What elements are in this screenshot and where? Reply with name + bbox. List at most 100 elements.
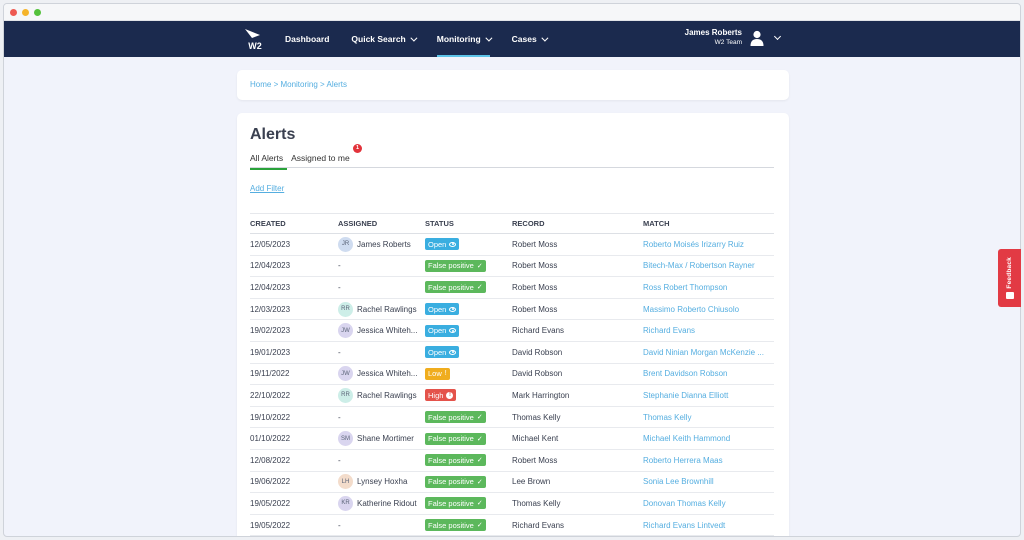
table-row[interactable]: 19/05/2022-False positive✓Richard EvansR…: [250, 535, 774, 536]
nav-link-quick-search[interactable]: Quick Search: [351, 21, 418, 57]
user-info[interactable]: James Roberts W2 Team: [685, 28, 742, 46]
user-menu-chevron-icon[interactable]: [773, 32, 782, 41]
status-badge[interactable]: False positive ✓: [425, 519, 486, 532]
assignee-name: Lynsey Hoxha: [357, 477, 408, 487]
status-badge[interactable]: False positive ✓: [425, 259, 486, 272]
created-date: 12/08/2022: [250, 449, 338, 472]
status-badge[interactable]: False positive ✓: [425, 411, 486, 424]
status-badge[interactable]: False positive ✓: [425, 475, 486, 488]
match-link[interactable]: Roberto Moisés Irizarry Ruiz: [643, 233, 774, 256]
record-name: Lee Brown: [512, 471, 643, 494]
user-avatar-icon[interactable]: [750, 30, 764, 46]
check-icon: ✓: [476, 284, 483, 292]
record-name: Richard Evans: [512, 514, 643, 536]
status-badge[interactable]: High!: [425, 389, 457, 402]
match-link[interactable]: Bitech-Max / Robertson Rayner: [643, 255, 774, 278]
table-row[interactable]: 19/10/2022- False positive ✓ Thomas Kelly Th…: [250, 406, 774, 429]
maximize-dot-icon[interactable]: [34, 8, 41, 16]
w2-logo-icon[interactable]: W2: [242, 26, 268, 52]
tab-assigned-to-me[interactable]: Assigned to me: [291, 153, 358, 168]
nav-link-dashboard[interactable]: Dashboard: [285, 21, 329, 57]
check-icon: ✓: [476, 500, 483, 508]
match-link[interactable]: Richard Evans Lintvedt: [643, 514, 774, 536]
column-header-status[interactable]: STATUS: [425, 213, 512, 234]
eye-icon: [449, 328, 457, 334]
column-header-assigned[interactable]: ASSIGNED: [338, 213, 425, 234]
match-link[interactable]: Brent Davidson Robson: [643, 363, 774, 386]
status-badge[interactable]: False positive ✓: [425, 454, 486, 467]
assignee-name: Jessica Whiteh...: [357, 369, 418, 379]
table-row[interactable]: 22/10/2022 RR Rachel Rawlings High! Mark Har…: [250, 384, 774, 407]
match-link[interactable]: Roberto Herrera Maas: [643, 449, 774, 472]
assigned-cell: JW Jessica Whiteh...: [338, 363, 425, 386]
created-date: 12/04/2023: [250, 276, 338, 299]
match-link[interactable]: Thomas Kelly: [643, 406, 774, 429]
table-row[interactable]: 01/10/2022 SM Shane Mortimer False positive…: [250, 427, 774, 450]
match-link[interactable]: Richard Evans-Freeman: [643, 535, 774, 536]
status-label: False positive: [428, 498, 474, 508]
table-row[interactable]: 19/02/2023 JW Jessica Whiteh... Open Richard…: [250, 319, 774, 342]
match-link[interactable]: Donovan Thomas Kelly: [643, 492, 774, 515]
column-header-match[interactable]: MATCH: [643, 213, 774, 234]
record-name: Richard Evans: [512, 319, 643, 342]
match-link[interactable]: Richard Evans: [643, 319, 774, 342]
match-link[interactable]: Michael Keith Hammond: [643, 427, 774, 450]
exclamation-icon: !: [444, 370, 447, 378]
add-filter-link[interactable]: Add Filter: [250, 184, 284, 193]
status-cell: Open: [425, 233, 512, 256]
record-name: Richard Evans: [512, 535, 643, 536]
status-badge[interactable]: False positive ✓: [425, 497, 486, 510]
nav-link-cases[interactable]: Cases: [512, 21, 549, 57]
status-badge[interactable]: Open: [425, 303, 460, 316]
nav-link-monitoring[interactable]: Monitoring: [436, 21, 493, 57]
table-row[interactable]: 19/05/2022-False positive✓Richard EvansR…: [250, 514, 774, 536]
status-badge[interactable]: Open: [425, 238, 460, 251]
assigned-cell: -: [338, 255, 425, 278]
breadcrumb-monitoring[interactable]: Monitoring: [280, 80, 317, 89]
minimize-dot-icon[interactable]: [22, 8, 29, 16]
table-row[interactable]: 19/06/2022 LH Lynsey Hoxha False positive ✓ L…: [250, 471, 774, 494]
column-header-record[interactable]: RECORD: [512, 213, 643, 234]
match-link[interactable]: Sonia Lee Brownhill: [643, 471, 774, 494]
table-row[interactable]: 19/01/2023- Open David Robson David Ninian …: [250, 341, 774, 364]
breadcrumb-alerts[interactable]: Alerts: [327, 80, 347, 89]
status-badge[interactable]: False positive ✓: [425, 432, 486, 445]
assigned-cell: RR Rachel Rawlings: [338, 298, 425, 321]
status-badge[interactable]: False positive ✓: [425, 281, 486, 294]
close-dot-icon[interactable]: [10, 8, 17, 16]
status-cell: False positive✓: [425, 492, 512, 515]
tab-all-alerts[interactable]: All Alerts: [250, 153, 291, 170]
table-row[interactable]: 12/05/2023 JR James Roberts Open Robert Moss…: [250, 233, 774, 256]
alerts-card: Alerts All Alerts Assigned to me 1 Add F…: [237, 113, 789, 536]
feedback-button[interactable]: Feedback: [998, 249, 1021, 307]
match-link[interactable]: Ross Robert Thompson: [643, 276, 774, 299]
status-badge[interactable]: Low!: [425, 367, 450, 380]
match-link[interactable]: Massimo Roberto Chiusolo: [643, 298, 774, 321]
feedback-icon: [1005, 292, 1014, 300]
table-row[interactable]: 19/11/2022 JW Jessica Whiteh... Low! David R…: [250, 363, 774, 386]
status-cell: False positive✓: [425, 471, 512, 494]
table-row[interactable]: 19/05/2022 KR Katherine Ridout False positi…: [250, 492, 774, 515]
match-link[interactable]: David Ninian Morgan McKenzie ...: [643, 341, 774, 364]
table-row[interactable]: 12/04/2023- False positive ✓ Robert Moss Bit…: [250, 255, 774, 278]
check-icon: ✓: [476, 522, 483, 530]
assignee-name: -: [338, 261, 341, 271]
table-row[interactable]: 12/03/2023 RR Rachel Rawlings Open Robert Mo…: [250, 298, 774, 321]
match-link[interactable]: Stephanie Dianna Elliott: [643, 384, 774, 407]
table-row[interactable]: 12/08/2022- False positive ✓ Robert Moss Rob…: [250, 449, 774, 472]
table-row[interactable]: 12/04/2023- False positive ✓ Robert Moss Ros…: [250, 276, 774, 299]
eye-icon: [449, 241, 457, 247]
avatar: JR: [338, 236, 353, 252]
status-cell: Open: [425, 319, 512, 342]
status-badge[interactable]: Open: [425, 346, 460, 359]
status-label: False positive: [428, 412, 474, 422]
status-badge[interactable]: Open: [425, 324, 460, 337]
breadcrumb-home[interactable]: Home: [250, 80, 271, 89]
column-header-created[interactable]: CREATED: [250, 213, 338, 234]
status-label: False positive: [428, 520, 474, 530]
assignee-name: -: [338, 520, 341, 530]
record-name: Robert Moss: [512, 255, 643, 278]
table-header-row: CREATED ASSIGNED STATUS RECORD MATCH: [250, 213, 774, 234]
assigned-cell: KR Katherine Ridout: [338, 492, 425, 515]
assigned-cell: -: [338, 341, 425, 364]
